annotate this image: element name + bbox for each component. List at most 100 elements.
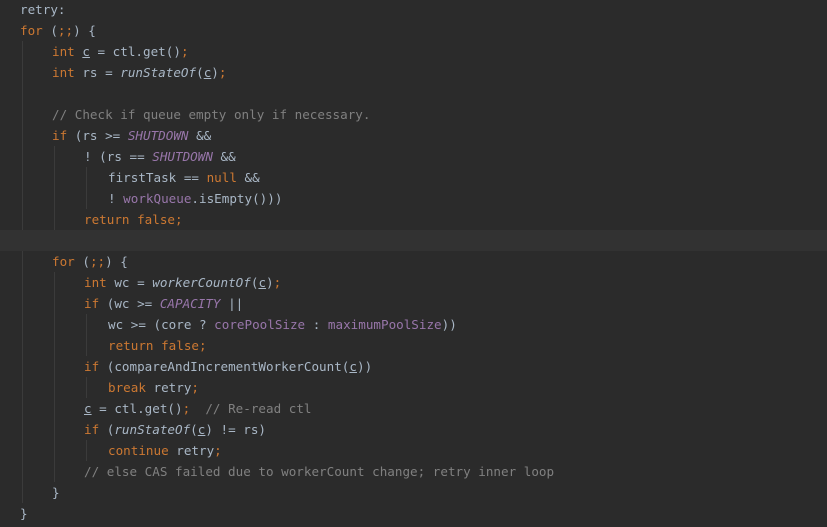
code-token: c (82, 44, 90, 59)
code-token: ! (rs == (84, 149, 153, 164)
code-token: && (212, 149, 236, 164)
code-token: return false; (84, 212, 183, 227)
code-token: if (84, 359, 107, 374)
code-text: for (;;) { (20, 20, 96, 41)
code-token: = ctl.get() (89, 44, 181, 59)
code-token: } (52, 485, 60, 500)
code-line[interactable]: c = ctl.get(); // Re-read ctl (0, 398, 827, 419)
code-token: || (220, 296, 244, 311)
code-text: for (;;) { (52, 251, 128, 272)
code-token: wc = (114, 275, 153, 290)
code-line[interactable]: firstTask == null && (0, 167, 827, 188)
code-token: continue (108, 443, 177, 458)
code-token: SHUTDOWN (127, 128, 189, 143)
code-token: firstTask == (108, 170, 207, 185)
code-token: break (108, 380, 154, 395)
code-line[interactable]: if (runStateOf(c) != rs) (0, 419, 827, 440)
code-token: maximumPoolSize (327, 317, 442, 332)
code-text: int c = ctl.get(); (52, 41, 189, 62)
code-token: ; (273, 275, 282, 290)
code-line[interactable]: int c = ctl.get(); (0, 41, 827, 62)
code-token: // else CAS failed due to workerCount ch… (84, 464, 555, 479)
code-token: ( (196, 65, 204, 80)
code-token: && (244, 170, 260, 185)
code-text: firstTask == null && (108, 167, 260, 188)
code-token: ( (190, 422, 198, 437)
code-token: && (188, 128, 212, 143)
code-token: return false; (108, 338, 207, 353)
code-token: c (84, 401, 92, 416)
code-line[interactable]: retry: (0, 0, 827, 20)
code-token: workerCountOf (152, 275, 251, 290)
code-token: ) { (105, 254, 128, 269)
code-token: ) { (73, 23, 96, 38)
code-text: retry: (20, 0, 66, 20)
code-line[interactable]: ! workQueue.isEmpty())) (0, 188, 827, 209)
code-token: SHUTDOWN (152, 149, 213, 164)
code-line[interactable]: for (;;) { (0, 20, 827, 41)
code-token: if (84, 296, 107, 311)
code-line[interactable]: } (0, 503, 827, 524)
code-line[interactable]: if (compareAndIncrementWorkerCount(c)) (0, 356, 827, 377)
code-line[interactable]: return false; (0, 335, 827, 356)
code-token: null (206, 170, 245, 185)
code-token: = ctl.get() (91, 401, 183, 416)
code-text: ! workQueue.isEmpty())) (108, 188, 282, 209)
code-token: ; (191, 380, 200, 395)
code-token: ! (108, 191, 124, 206)
code-token: retry (176, 443, 215, 458)
code-line[interactable]: break retry; (0, 377, 827, 398)
code-token: runStateOf (114, 422, 191, 437)
code-text: // else CAS failed due to workerCount ch… (84, 461, 554, 482)
code-text: if (wc >= CAPACITY || (84, 293, 243, 314)
code-token: rs = (82, 65, 121, 80)
code-text: if (compareAndIncrementWorkerCount(c)) (84, 356, 372, 377)
code-token: for (52, 254, 83, 269)
code-line[interactable]: ! (rs == SHUTDOWN && (0, 146, 827, 167)
code-line[interactable]: for (;;) { (0, 251, 827, 272)
code-line[interactable] (0, 83, 827, 104)
code-line[interactable]: continue retry; (0, 440, 827, 461)
code-line[interactable]: // else CAS failed due to workerCount ch… (0, 461, 827, 482)
code-token: ) (266, 275, 274, 290)
code-token: ; (182, 401, 206, 416)
code-token: CAPACITY (159, 296, 221, 311)
code-line[interactable]: int wc = workerCountOf(c); (0, 272, 827, 293)
code-token: corePoolSize (214, 317, 306, 332)
code-line[interactable]: // Check if queue empty only if necessar… (0, 104, 827, 125)
code-line[interactable]: if (wc >= CAPACITY || (0, 293, 827, 314)
code-token: (wc >= (106, 296, 160, 311)
code-line[interactable]: } (0, 482, 827, 503)
code-line[interactable]: return false; (0, 209, 827, 230)
code-token: for (20, 23, 43, 38)
code-token: ;; (57, 23, 74, 38)
code-token: workQueue (123, 191, 192, 206)
code-text: if (runStateOf(c) != rs) (84, 419, 266, 440)
code-token: )) (441, 317, 457, 332)
code-token: .isEmpty())) (191, 191, 283, 206)
code-token: // Check if queue empty only if necessar… (52, 107, 371, 122)
code-token: ) != rs) (205, 422, 267, 437)
code-token: if (52, 128, 75, 143)
code-text: } (20, 503, 28, 524)
code-text: break retry; (108, 377, 199, 398)
code-line[interactable]: wc >= (core ? corePoolSize : maximumPool… (0, 314, 827, 335)
code-token: : (305, 317, 328, 332)
code-text: // Check if queue empty only if necessar… (52, 104, 370, 125)
code-token: int (52, 65, 83, 80)
code-token: runStateOf (120, 65, 197, 80)
code-token: ; (180, 44, 189, 59)
code-token: retry: (20, 2, 66, 17)
code-text: int rs = runStateOf(c); (52, 62, 226, 83)
code-editor[interactable]: retry: for (;;) {int c = ctl.get(); int rs… (0, 0, 827, 527)
code-token: c (349, 359, 357, 374)
code-token: ; (214, 443, 222, 458)
code-token: ( (42, 23, 58, 38)
code-text: continue retry; (108, 440, 222, 461)
code-line[interactable]: int rs = runStateOf(c); (0, 62, 827, 83)
code-token: ;; (89, 254, 106, 269)
current-code-line[interactable] (0, 230, 827, 251)
code-token: c (258, 275, 267, 290)
code-line[interactable]: if (rs >= SHUTDOWN && (0, 125, 827, 146)
code-token: (rs >= (74, 128, 128, 143)
